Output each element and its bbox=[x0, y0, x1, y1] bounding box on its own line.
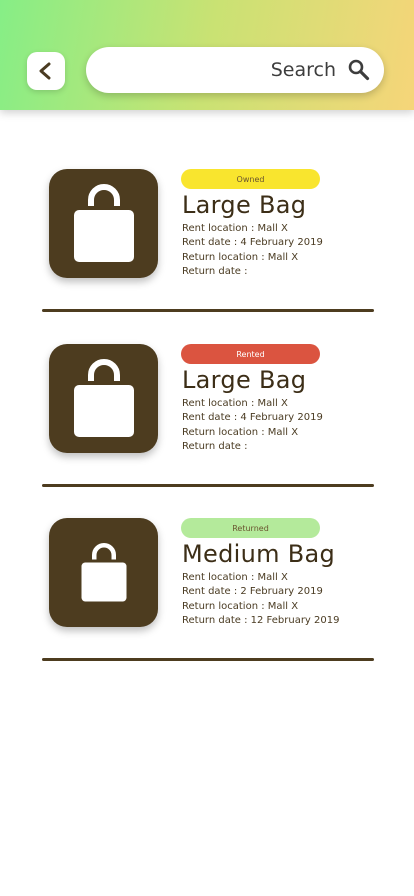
return-date: Return date : 12 February 2019 bbox=[182, 615, 340, 626]
item-title: Medium Bag bbox=[182, 540, 335, 568]
return-location: Return location : Mall X bbox=[182, 252, 299, 263]
rent-date: Rent date : 4 February 2019 bbox=[182, 412, 323, 423]
divider bbox=[42, 484, 374, 487]
item-thumbnail bbox=[49, 518, 158, 627]
bag-icon bbox=[73, 358, 134, 437]
search-input[interactable] bbox=[156, 59, 336, 81]
list-item[interactable]: Returned Medium Bag Rent location : Mall… bbox=[0, 518, 414, 693]
list-item[interactable]: Rented Large Bag Rent location : Mall X … bbox=[0, 344, 414, 519]
back-button[interactable] bbox=[27, 52, 65, 90]
bag-icon bbox=[73, 183, 134, 262]
divider bbox=[42, 309, 374, 312]
status-badge: Owned bbox=[181, 169, 320, 189]
rent-location: Rent location : Mall X bbox=[182, 398, 288, 409]
return-date: Return date : bbox=[182, 441, 248, 452]
divider bbox=[42, 658, 374, 661]
return-date: Return date : bbox=[182, 266, 248, 277]
item-title: Large Bag bbox=[182, 191, 307, 219]
rent-date: Rent date : 4 February 2019 bbox=[182, 237, 323, 248]
return-location: Return location : Mall X bbox=[182, 601, 299, 612]
item-title: Large Bag bbox=[182, 366, 307, 394]
return-location: Return location : Mall X bbox=[182, 427, 299, 438]
item-thumbnail bbox=[49, 344, 158, 453]
item-thumbnail bbox=[49, 169, 158, 278]
list-item[interactable]: Owned Large Bag Rent location : Mall X R… bbox=[0, 169, 414, 344]
search-bar[interactable] bbox=[86, 47, 384, 93]
chevron-left-icon bbox=[39, 62, 51, 80]
bag-icon bbox=[81, 542, 126, 601]
status-badge: Returned bbox=[181, 518, 320, 538]
rent-date: Rent date : 2 February 2019 bbox=[182, 586, 323, 597]
status-badge: Rented bbox=[181, 344, 320, 364]
rent-location: Rent location : Mall X bbox=[182, 223, 288, 234]
search-icon[interactable] bbox=[348, 59, 370, 81]
app-header bbox=[0, 0, 414, 110]
rent-location: Rent location : Mall X bbox=[182, 572, 288, 583]
